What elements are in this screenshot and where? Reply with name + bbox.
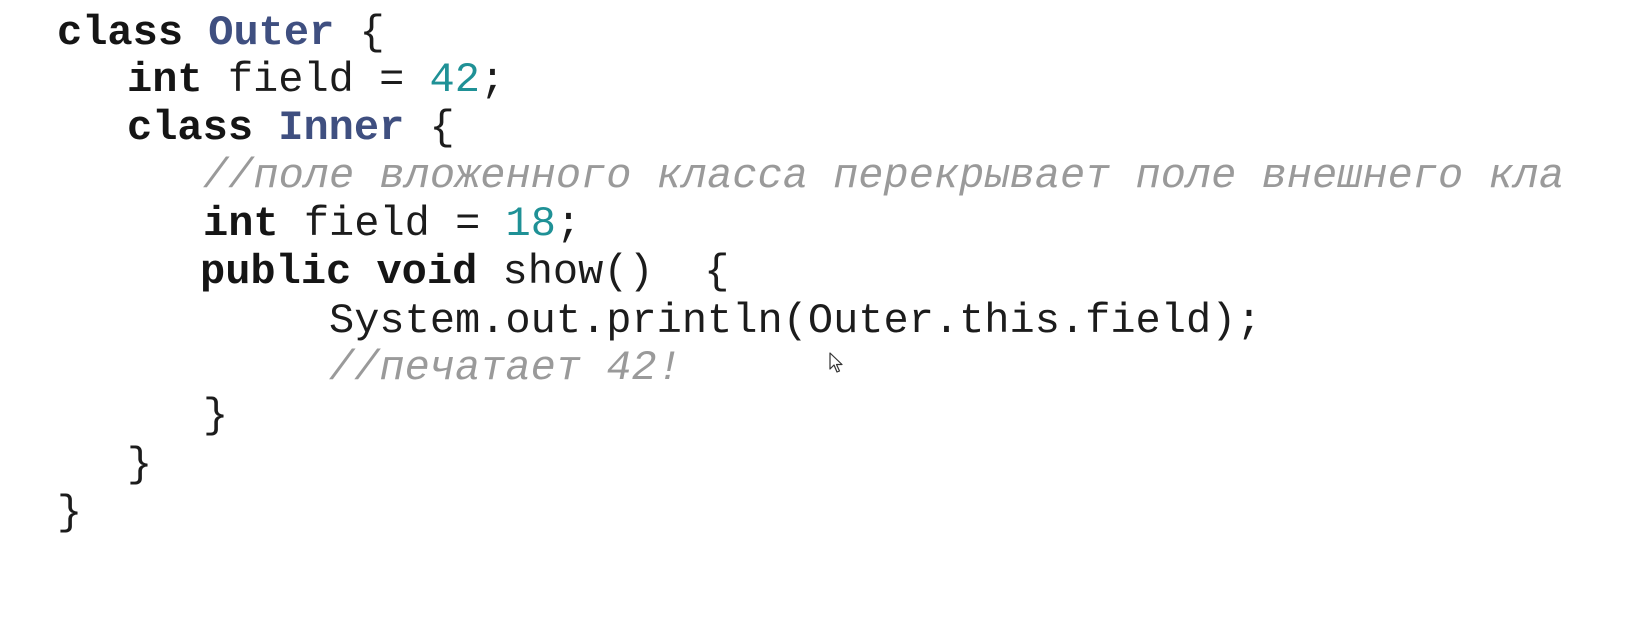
code-line-10: } bbox=[127, 440, 152, 490]
close-brace: } bbox=[57, 489, 83, 537]
code-line-5: int field = 18; bbox=[203, 199, 581, 249]
code-line-7: System.out.println(Outer.this.field); bbox=[329, 296, 1262, 346]
code-line-9: } bbox=[203, 391, 228, 441]
field-declaration: field = bbox=[227, 56, 430, 104]
keyword-int: int bbox=[203, 200, 279, 248]
code-line-3: class Inner { bbox=[127, 103, 455, 153]
method-signature: show() { bbox=[502, 248, 730, 296]
code-line-6: public void show() { bbox=[200, 247, 729, 297]
open-brace: { bbox=[359, 9, 385, 57]
close-brace: } bbox=[127, 441, 153, 489]
code-line-2: int field = 42; bbox=[127, 55, 505, 105]
keyword-class: class bbox=[127, 104, 254, 152]
code-comment: //печатает 42! bbox=[329, 344, 682, 392]
semicolon: ; bbox=[479, 56, 506, 104]
keyword-class: class bbox=[57, 9, 184, 57]
semicolon: ; bbox=[555, 200, 582, 248]
number-literal: 18 bbox=[505, 200, 556, 248]
number-literal: 42 bbox=[429, 56, 480, 104]
code-line-1: class Outer { bbox=[57, 8, 385, 58]
code-line-4: //поле вложенного класса перекрывает пол… bbox=[203, 151, 1564, 201]
code-line-11: } bbox=[57, 488, 82, 538]
open-brace: { bbox=[429, 104, 455, 152]
class-name-outer: Outer bbox=[208, 9, 335, 57]
field-declaration: field = bbox=[303, 200, 506, 248]
mouse-pointer-icon bbox=[829, 352, 843, 373]
close-brace: } bbox=[203, 392, 229, 440]
class-name-inner: Inner bbox=[278, 104, 405, 152]
keyword-void: void bbox=[376, 248, 478, 296]
keyword-int: int bbox=[127, 56, 203, 104]
code-line-8: //печатает 42! bbox=[329, 343, 682, 393]
code-viewer: class Outer { int field = 42; class Inne… bbox=[0, 0, 1647, 629]
keyword-public: public bbox=[200, 248, 352, 296]
code-comment: //поле вложенного класса перекрывает пол… bbox=[203, 152, 1565, 200]
println-statement: System.out.println(Outer.this.field); bbox=[329, 297, 1262, 345]
